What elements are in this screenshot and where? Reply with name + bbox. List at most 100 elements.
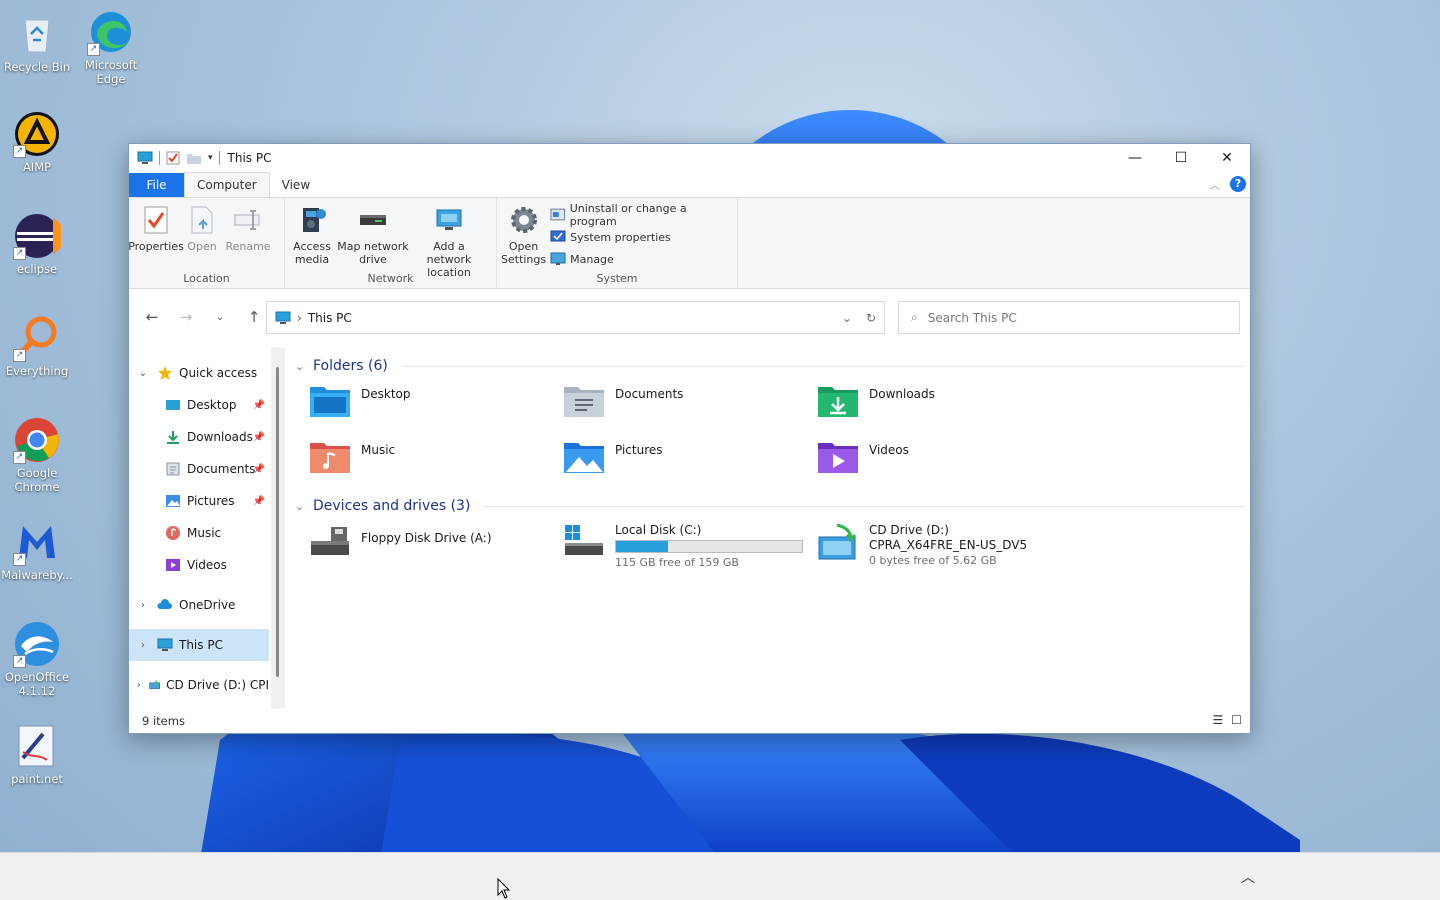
disk-usage-fill [616,541,668,552]
tab-view[interactable]: View [270,173,322,197]
ribbon-group-network: Access media Map network drive Add a net… [285,198,497,288]
nav-item-videos[interactable]: Videos [129,549,269,581]
address-bar[interactable]: › This PC ⌄ ↻ [266,301,885,334]
desktop-icon-malwarebytes[interactable]: ↗ Malwareby... [1,518,73,582]
nav-onedrive[interactable]: › OneDrive [129,589,269,621]
music-folder-icon [310,443,350,473]
up-button[interactable]: ↑ [239,302,269,332]
drive-local-c[interactable]: Local Disk (C:) 115 GB free of 159 GB [563,523,817,571]
properties-check-icon[interactable] [166,151,180,165]
minimize-button[interactable]: — [1112,144,1158,172]
mouse-cursor-icon [497,878,511,899]
desktop-icon-everything[interactable]: ↗ Everything [1,314,73,378]
shortcut-arrow-icon: ↗ [13,349,26,362]
nav-label: Music [187,526,222,540]
nav-item-downloads[interactable]: Downloads 📌 [129,421,269,453]
manage-button[interactable]: Manage [550,250,733,268]
collapse-chevron-icon[interactable]: ⌄ [295,500,307,513]
expand-chevron-icon[interactable]: › [129,600,157,611]
scrollbar-thumb[interactable] [276,367,279,677]
uninstall-icon [550,208,566,221]
nav-quick-access[interactable]: ⌄ Quick access [129,357,269,389]
item-count: 9 items [142,714,185,728]
pin-icon: 📌 [252,495,265,507]
cd-drive-icon [149,680,160,689]
nav-item-desktop[interactable]: Desktop 📌 [129,389,269,421]
manage-label: Manage [570,252,614,266]
folder-downloads[interactable]: Downloads [817,383,1071,423]
expand-chevron-icon[interactable]: › [129,680,149,691]
tab-file[interactable]: File [129,173,184,197]
shortcut-arrow-icon: ↗ [13,247,26,260]
expand-chevron-icon[interactable]: › [129,640,157,651]
nav-item-music[interactable]: Music [129,517,269,549]
expand-chevron-icon[interactable]: ⌄ [129,368,157,379]
open-label: Open [187,240,217,253]
desktop-icon-recycle-bin[interactable]: Recycle Bin [1,10,73,74]
desktop-icon-aimp[interactable]: ↗ AIMP [1,110,73,174]
collapse-chevron-icon[interactable]: ⌄ [295,360,307,373]
drive-cd-d[interactable]: CD Drive (D:) CPRA_X64FRE_EN-US_DV5 0 by… [817,523,1071,571]
large-icons-view-icon[interactable]: ☐ [1231,713,1242,727]
folder-music[interactable]: Music [309,439,563,479]
local-disk-icon [565,525,603,555]
drive-free-space: 0 bytes free of 5.62 GB [869,554,997,567]
folder-pictures[interactable]: Pictures [563,439,817,479]
nav-item-pictures[interactable]: Pictures 📌 [129,485,269,517]
nav-scrollbar[interactable] [271,347,285,709]
nav-this-pc[interactable]: › This PC [129,629,269,661]
chrome-icon: ↗ [13,416,61,464]
folder-desktop[interactable]: Desktop [309,383,563,423]
desktop-icon-openoffice[interactable]: ↗ OpenOffice 4.1.12 [1,620,73,698]
nav-label: Documents [187,462,256,476]
ribbon: Properties Open Rename Location Access m… [128,197,1250,289]
system-properties-icon [550,230,566,242]
desktop-icon-eclipse[interactable]: ↗ eclipse [1,212,73,276]
nav-cd-drive[interactable]: › CD Drive (D:) CPI [129,669,269,701]
folder-name: Documents [615,387,684,401]
close-button[interactable]: ✕ [1204,144,1250,172]
folder-name: Videos [869,443,909,457]
collapse-ribbon-icon[interactable]: ︿ [1210,177,1220,192]
folder-documents[interactable]: Documents [563,383,817,423]
new-folder-icon[interactable] [186,151,202,165]
search-input[interactable]: Search This PC [928,311,1017,325]
details-view-icon[interactable]: ☰ [1212,713,1223,727]
forward-button[interactable]: → [171,302,201,332]
desktop-icon-chrome[interactable]: ↗ Google Chrome [1,416,73,494]
uninstall-program-button[interactable]: Uninstall or change a program [550,202,733,228]
help-button[interactable]: ? [1230,176,1246,192]
address-history-chevron-icon[interactable]: ⌄ [842,311,852,325]
ribbon-group-location: Properties Open Rename Location [128,198,285,288]
drive-name: CD Drive (D:) [869,523,949,537]
recent-locations-button[interactable]: ⌄ [205,302,235,332]
search-box[interactable]: ⌕ Search This PC [898,301,1240,334]
maximize-button[interactable]: ☐ [1158,144,1204,172]
shortcut-arrow-icon: ↗ [13,655,26,668]
system-properties-button[interactable]: System properties [550,228,733,246]
desktop-icon-edge[interactable]: ↗ Microsoft Edge [75,8,147,86]
folder-videos[interactable]: Videos [817,439,1071,479]
desktop-icon-label: Malwareby... [1,568,73,582]
pin-icon: 📌 [252,399,265,411]
this-pc-icon [157,638,173,651]
breadcrumb[interactable]: This PC [308,311,352,325]
everything-icon: ↗ [13,314,61,362]
nav-label: Quick access [179,366,258,380]
folders-section-header[interactable]: ⌄ Folders (6) [295,353,1250,379]
customize-toolbar-chevron-icon[interactable]: ▾ [208,153,213,163]
show-hidden-icons-chevron-icon[interactable]: ︿ [1241,867,1255,887]
title-bar[interactable]: ▾ This PC — ☐ ✕ [129,144,1250,172]
divider [401,365,1244,367]
disk-usage-bar [615,540,803,553]
drive-floppy[interactable]: Floppy Disk Drive (A:) [309,523,563,571]
file-explorer-window: ▾ This PC — ☐ ✕ File Computer View ︿ ? P… [128,143,1251,734]
ribbon-tabs: File Computer View ︿ ? [129,172,1250,197]
desktop-icon-paintnet[interactable]: paint.net [1,722,73,786]
tab-computer[interactable]: Computer [184,172,270,197]
refresh-icon[interactable]: ↻ [866,311,876,325]
drives-section-header[interactable]: ⌄ Devices and drives (3) [295,493,1250,519]
nav-item-documents[interactable]: Documents 📌 [129,453,269,485]
drive-name: Floppy Disk Drive (A:) [361,531,492,545]
back-button[interactable]: ← [137,302,167,332]
